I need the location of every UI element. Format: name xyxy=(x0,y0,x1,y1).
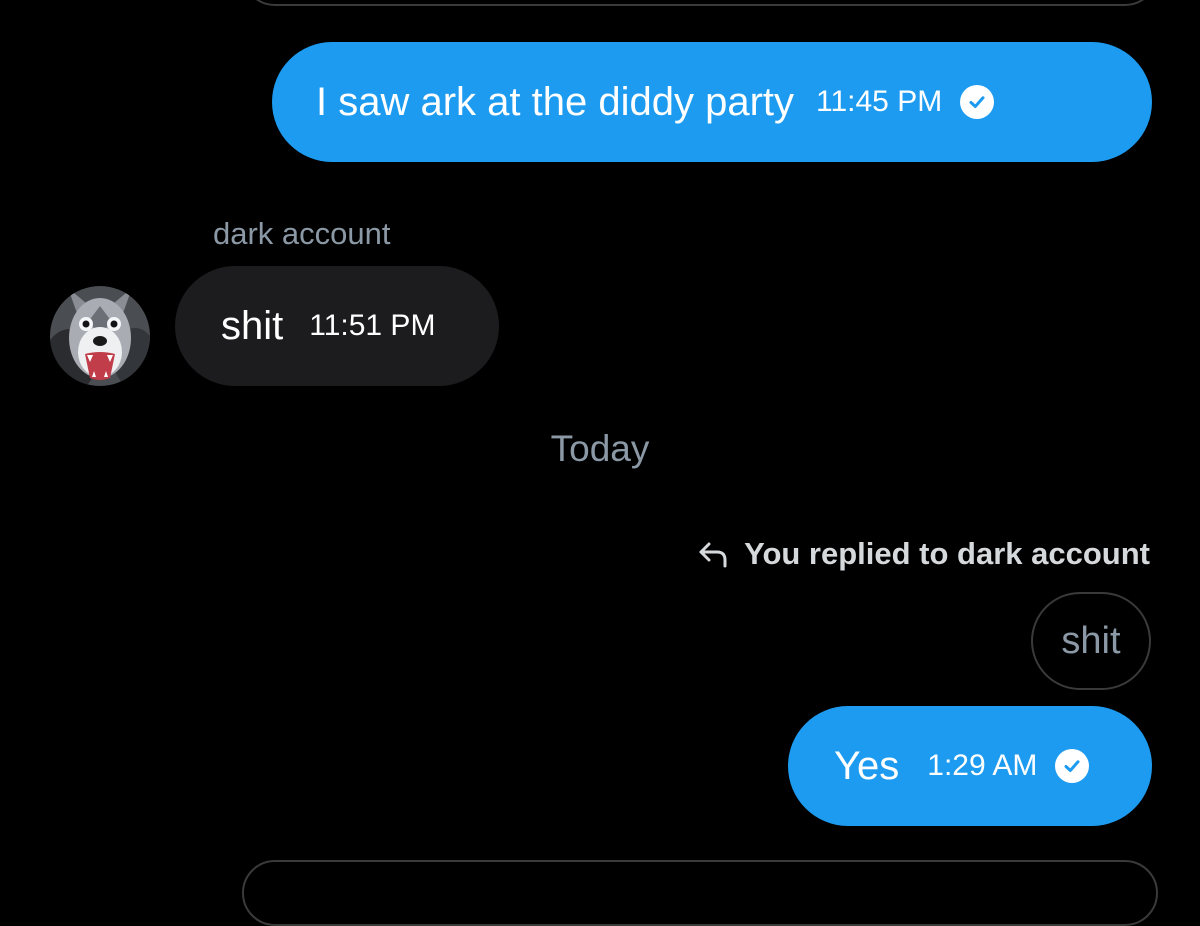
reply-context-label: You replied to dark account xyxy=(744,536,1150,571)
check-circle-icon xyxy=(960,85,995,119)
message-text: I saw ark at the diddy party xyxy=(316,79,795,124)
previous-message-bubble-edge xyxy=(242,0,1158,6)
husky-avatar[interactable] xyxy=(50,286,150,386)
message-timestamp: 11:51 PM xyxy=(309,309,436,342)
check-circle-icon xyxy=(1055,749,1090,783)
outgoing-message-bubble[interactable]: Yes 1:29 AM xyxy=(788,706,1152,826)
incoming-message-bubble[interactable]: shit 11:51 PM xyxy=(175,266,499,386)
message-timestamp: 1:29 AM xyxy=(927,749,1038,782)
message-text: Yes xyxy=(834,743,900,788)
quoted-message[interactable]: shit xyxy=(1031,592,1151,690)
reply-context: You replied to dark account xyxy=(696,536,1150,572)
message-composer-edge xyxy=(242,860,1158,926)
message-text: shit xyxy=(221,303,284,348)
message-timestamp: 11:45 PM xyxy=(816,85,943,118)
sender-name: dark account xyxy=(213,216,391,251)
date-separator: Today xyxy=(550,428,650,469)
reply-arrow-icon xyxy=(696,537,730,571)
outgoing-message-bubble[interactable]: I saw ark at the diddy party 11:45 PM xyxy=(272,42,1152,162)
